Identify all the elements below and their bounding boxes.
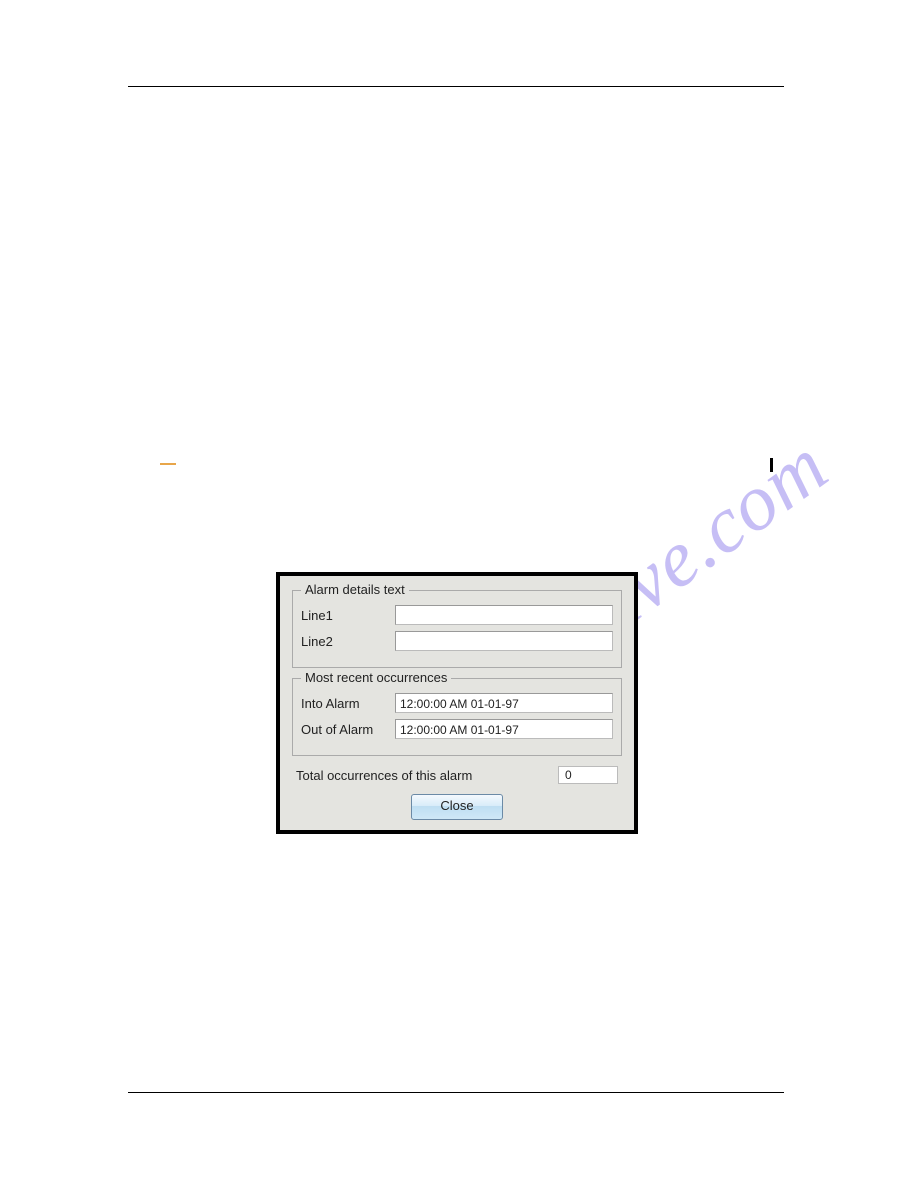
line2-label: Line2 <box>301 634 395 649</box>
line2-row: Line2 <box>301 631 613 651</box>
line1-field[interactable] <box>395 605 613 625</box>
most-recent-legend: Most recent occurrences <box>301 670 451 685</box>
cursor-mark <box>770 458 773 472</box>
out-of-alarm-label: Out of Alarm <box>301 722 395 737</box>
total-occurrences-label: Total occurrences of this alarm <box>296 768 558 783</box>
divider-top <box>128 86 784 87</box>
button-row: Close <box>288 794 626 820</box>
into-alarm-field[interactable]: 12:00:00 AM 01-01-97 <box>395 693 613 713</box>
alarm-details-dialog: Alarm details text Line1 Line2 Most rece… <box>276 572 638 834</box>
into-alarm-label: Into Alarm <box>301 696 395 711</box>
alarm-details-text-legend: Alarm details text <box>301 582 409 597</box>
dash-mark <box>160 463 176 465</box>
into-alarm-row: Into Alarm 12:00:00 AM 01-01-97 <box>301 693 613 713</box>
out-of-alarm-field[interactable]: 12:00:00 AM 01-01-97 <box>395 719 613 739</box>
alarm-details-text-group: Alarm details text Line1 Line2 <box>292 590 622 668</box>
most-recent-occurrences-group: Most recent occurrences Into Alarm 12:00… <box>292 678 622 756</box>
line1-row: Line1 <box>301 605 613 625</box>
close-button[interactable]: Close <box>411 794 503 820</box>
divider-bottom <box>128 1092 784 1093</box>
total-occurrences-field[interactable]: 0 <box>558 766 618 784</box>
line1-label: Line1 <box>301 608 395 623</box>
total-occurrences-row: Total occurrences of this alarm 0 <box>296 766 618 784</box>
out-of-alarm-row: Out of Alarm 12:00:00 AM 01-01-97 <box>301 719 613 739</box>
line2-field[interactable] <box>395 631 613 651</box>
